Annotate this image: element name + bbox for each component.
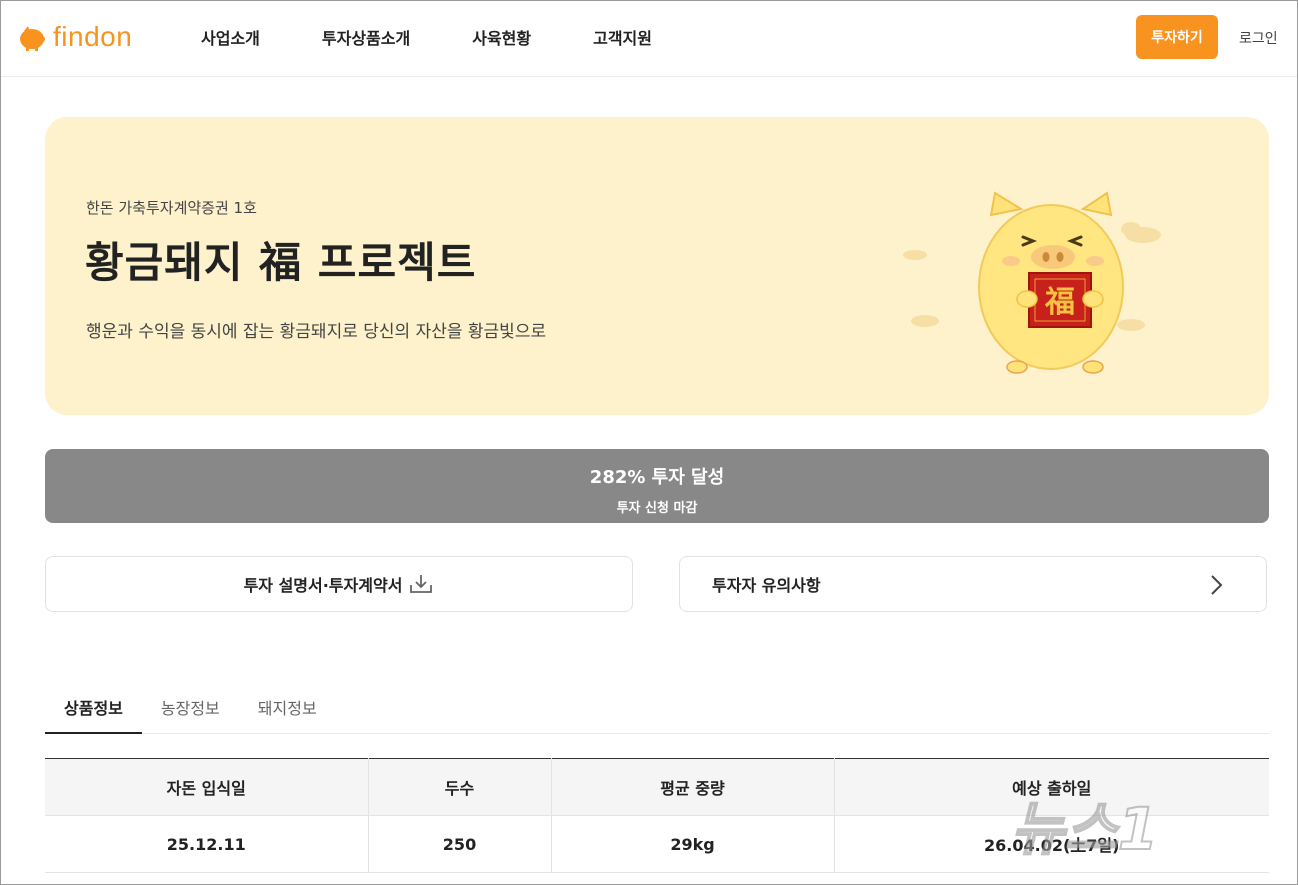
hero-description: 행운과 수익을 동시에 잡는 황금돼지로 당신의 자산을 황금빛으로 — [86, 322, 547, 342]
funding-status-bar: 282% 투자 달성 투자 신청 마감 — [45, 449, 1269, 523]
findon-logo[interactable]: findon — [17, 21, 132, 53]
prospectus-label: 투자 설명서·투자계약서 — [243, 576, 403, 595]
tab-product-info[interactable]: 상품정보 — [45, 685, 142, 734]
cell-avg-weight: 29kg — [551, 815, 835, 873]
funding-closed: 투자 신청 마감 — [616, 501, 698, 516]
main-nav: 사업소개 투자상품소개 사육현황 고객지원 — [201, 25, 714, 49]
table-row: 25.12.11 250 29kg 26.04.02(土7일) — [45, 815, 1269, 873]
caution-label: 투자자 유의사항 — [712, 576, 821, 595]
nav-products[interactable]: 투자상품소개 — [322, 25, 410, 49]
prospectus-download-button[interactable]: 투자 설명서·투자계약서 — [45, 556, 633, 612]
download-icon — [410, 575, 433, 593]
tab-pig-info[interactable]: 돼지정보 — [239, 685, 336, 734]
logo-text: findon — [53, 21, 133, 52]
tab-farm-info[interactable]: 농장정보 — [142, 685, 239, 734]
info-tabs: 상품정보 농장정보 돼지정보 — [45, 685, 1269, 734]
investor-caution-button[interactable]: 투자자 유의사항 — [679, 556, 1267, 612]
pig-logo-icon — [20, 26, 45, 51]
hero-title: 황금돼지 福 프로젝트 — [85, 238, 477, 287]
invest-button[interactable]: 투자하기 — [1136, 15, 1218, 59]
header-shipping-date: 예상 출하일 — [834, 758, 1269, 816]
cell-piglet-date: 25.12.11 — [45, 815, 369, 873]
chevron-right-icon — [1211, 575, 1223, 595]
fortune-char: 福 — [1044, 285, 1075, 320]
hero-banner: 한돈 가축투자계약증권 1호 황금돼지 福 프로젝트 행운과 수익을 동시에 잡… — [45, 117, 1269, 415]
table-header-row: 자돈 입식일 두수 평균 중량 예상 출하일 — [45, 758, 1269, 816]
site-header: findon 사업소개 투자상품소개 사육현황 고객지원 투자하기 로그인 — [1, 1, 1297, 77]
product-info-table: 자돈 입식일 두수 평균 중량 예상 출하일 25.12.11 250 29kg… — [45, 758, 1269, 873]
hero-subtitle: 한돈 가축투자계약증권 1호 — [86, 199, 257, 217]
header-avg-weight: 평균 중량 — [551, 758, 835, 816]
header-piglet-date: 자돈 입식일 — [45, 758, 369, 816]
funding-achievement: 282% 투자 달성 — [589, 467, 725, 488]
cell-shipping-date: 26.04.02(土7일) — [834, 815, 1269, 873]
cell-head-count: 250 — [368, 815, 552, 873]
nav-business[interactable]: 사업소개 — [201, 25, 260, 49]
nav-support[interactable]: 고객지원 — [593, 25, 652, 49]
nav-breeding-status[interactable]: 사육현황 — [472, 25, 531, 49]
header-head-count: 두수 — [368, 758, 552, 816]
login-link[interactable]: 로그인 — [1239, 28, 1278, 48]
golden-pig-illustration: 福 — [903, 191, 1161, 374]
